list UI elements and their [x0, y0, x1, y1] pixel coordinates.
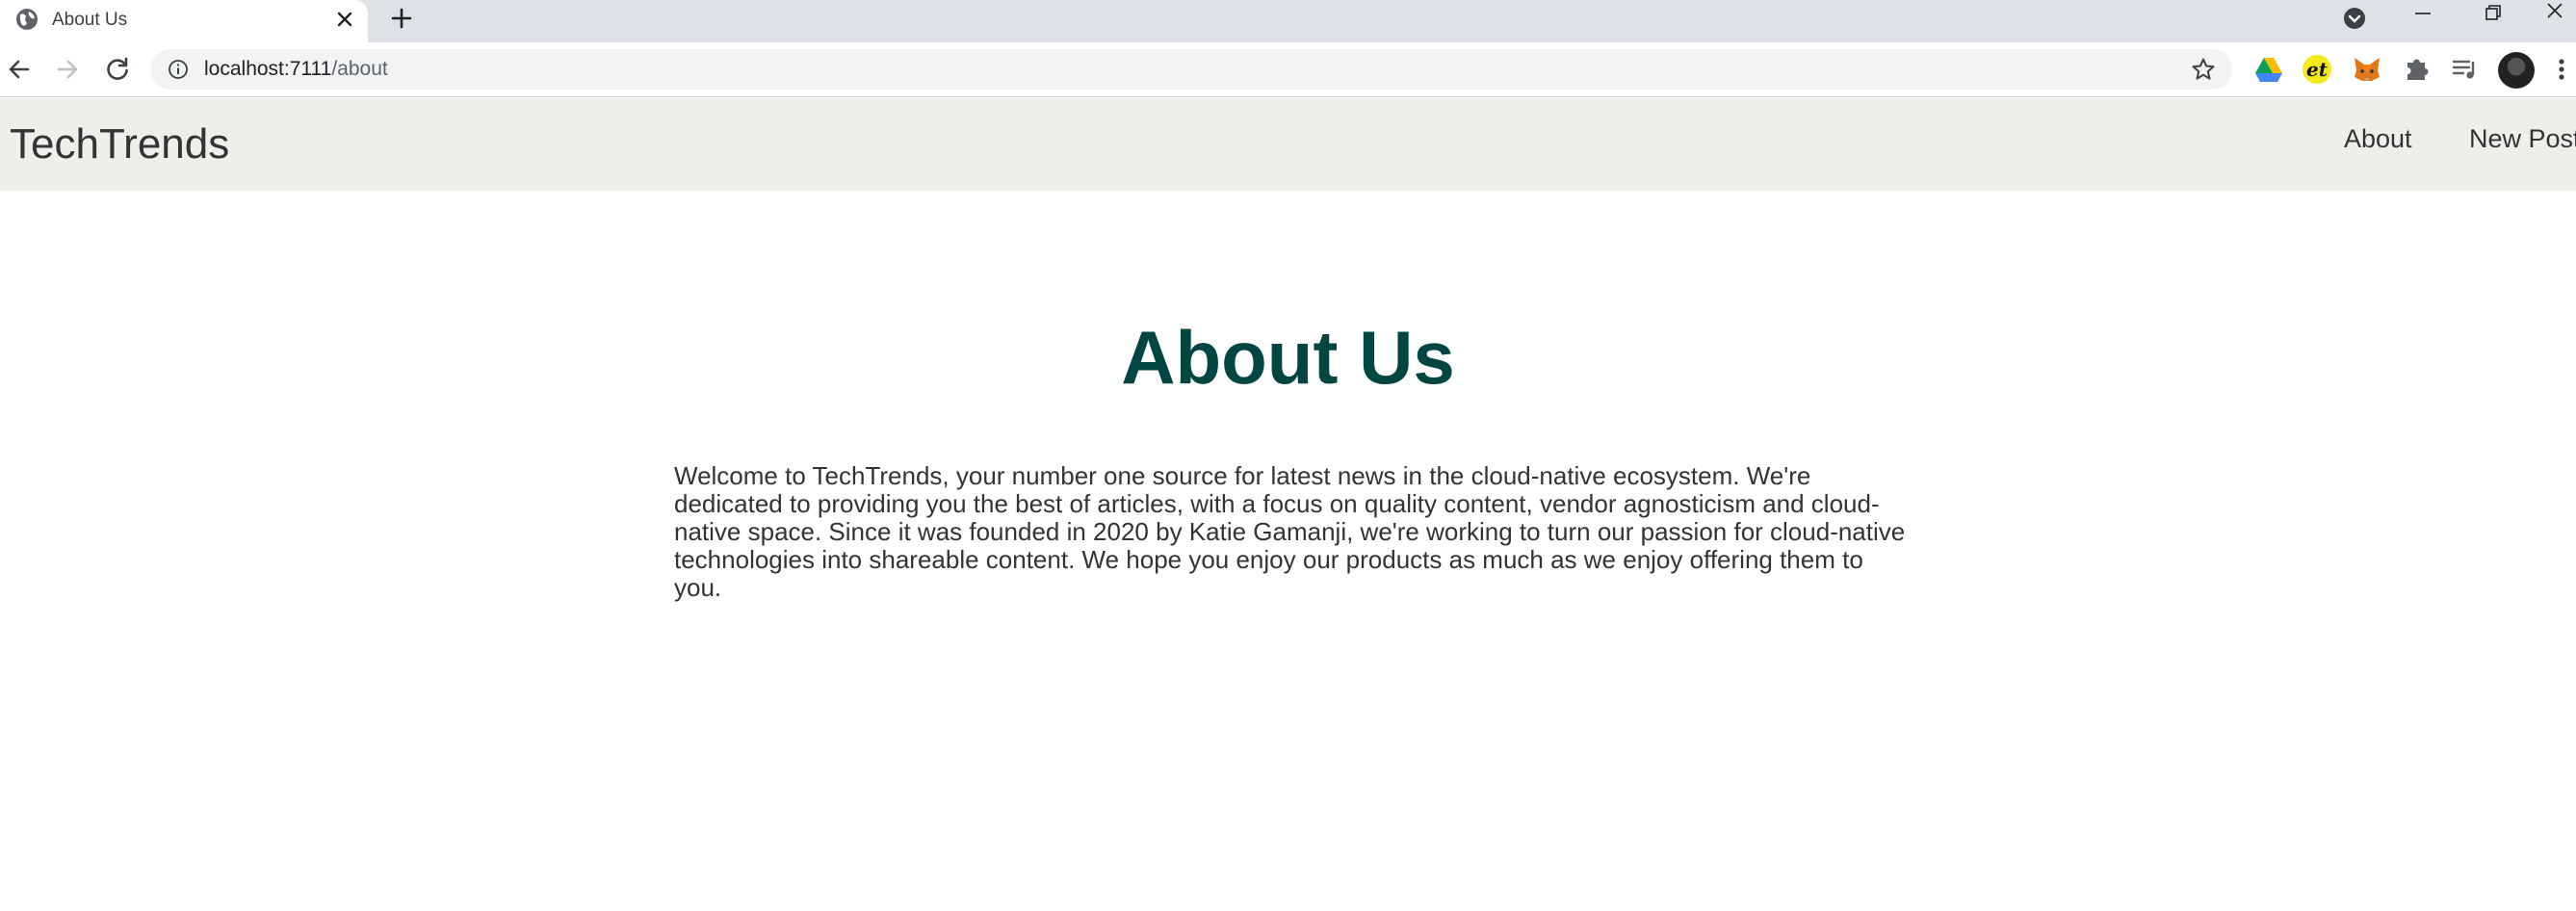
new-tab-icon[interactable]	[385, 2, 418, 35]
about-paragraph: Welcome to TechTrends, your number one s…	[674, 461, 1906, 602]
metamask-fox-icon[interactable]	[2352, 54, 2382, 85]
extension-et-icon[interactable]: et	[2302, 54, 2332, 85]
media-control-icon[interactable]	[2450, 54, 2481, 85]
close-window-icon[interactable]	[2533, 0, 2576, 29]
browser-tab-strip: About Us	[0, 0, 2576, 42]
minimize-icon[interactable]	[2394, 0, 2452, 29]
bookmark-star-icon[interactable]	[2190, 56, 2217, 83]
globe-icon	[14, 7, 39, 32]
restore-icon[interactable]	[2463, 0, 2521, 29]
browser-toolbar: localhost:7111/about et	[0, 42, 2576, 97]
brand-link[interactable]: TechTrends	[10, 119, 229, 169]
google-drive-icon[interactable]	[2253, 54, 2284, 85]
browser-tab[interactable]: About Us	[0, 0, 368, 42]
page-title: About Us	[1121, 315, 1455, 400]
info-icon[interactable]	[168, 59, 189, 80]
reload-icon[interactable]	[100, 52, 135, 87]
profile-avatar[interactable]	[2498, 52, 2535, 89]
kebab-menu-icon[interactable]	[2550, 54, 2573, 85]
address-bar[interactable]: localhost:7111/about	[150, 49, 2232, 90]
url-path: /about	[331, 58, 388, 80]
forward-arrow-icon[interactable]	[50, 52, 85, 87]
nav-link-about[interactable]: About	[2344, 123, 2412, 154]
url-host: localhost:7111	[204, 58, 332, 80]
extensions-puzzle-icon[interactable]	[2402, 54, 2433, 85]
site-navbar: TechTrends About New Post	[0, 98, 2576, 191]
nav-link-new-post[interactable]: New Post	[2469, 123, 2576, 154]
page-content: About Us Welcome to TechTrends, your num…	[0, 191, 2576, 911]
back-arrow-icon[interactable]	[2, 52, 37, 87]
url-text[interactable]: localhost:7111/about	[204, 58, 388, 81]
tab-title: About Us	[52, 10, 128, 30]
close-tab-icon[interactable]	[330, 5, 359, 34]
tab-search-icon[interactable]	[2338, 2, 2371, 35]
svg-text:et: et	[2306, 58, 2329, 81]
